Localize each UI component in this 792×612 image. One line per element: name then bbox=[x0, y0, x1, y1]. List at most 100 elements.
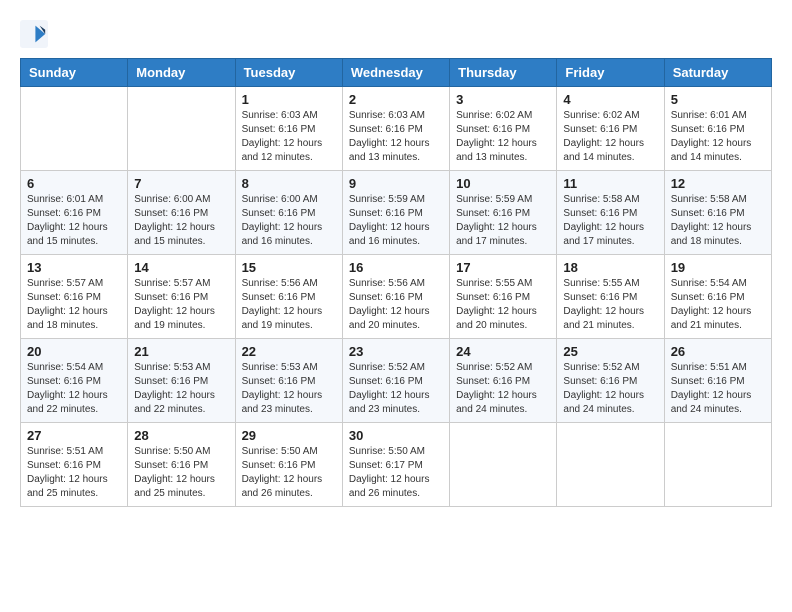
calendar-cell bbox=[21, 87, 128, 171]
day-number: 19 bbox=[671, 260, 765, 275]
day-number: 18 bbox=[563, 260, 657, 275]
logo-icon bbox=[20, 20, 48, 48]
day-number: 2 bbox=[349, 92, 443, 107]
day-number: 11 bbox=[563, 176, 657, 191]
day-number: 8 bbox=[242, 176, 336, 191]
day-number: 3 bbox=[456, 92, 550, 107]
day-number: 20 bbox=[27, 344, 121, 359]
day-info: Sunrise: 5:56 AM Sunset: 6:16 PM Dayligh… bbox=[349, 277, 443, 333]
day-info: Sunrise: 6:01 AM Sunset: 6:16 PM Dayligh… bbox=[27, 193, 121, 249]
day-info: Sunrise: 5:58 AM Sunset: 6:16 PM Dayligh… bbox=[671, 193, 765, 249]
day-info: Sunrise: 5:57 AM Sunset: 6:16 PM Dayligh… bbox=[134, 277, 228, 333]
day-info: Sunrise: 5:53 AM Sunset: 6:16 PM Dayligh… bbox=[134, 361, 228, 417]
weekday-header: Monday bbox=[128, 59, 235, 87]
day-number: 13 bbox=[27, 260, 121, 275]
calendar-cell: 13Sunrise: 5:57 AM Sunset: 6:16 PM Dayli… bbox=[21, 255, 128, 339]
calendar-cell: 3 Sunrise: 6:02 AM Sunset: 6:16 PM Daylig… bbox=[450, 87, 557, 171]
day-number: 24 bbox=[456, 344, 550, 359]
calendar-table: SundayMondayTuesdayWednesdayThursdayFrid… bbox=[20, 58, 772, 507]
calendar-cell: 29Sunrise: 5:50 AM Sunset: 6:16 PM Dayli… bbox=[235, 423, 342, 507]
calendar-cell: 24 Sunrise: 5:52 AM Sunset: 6:16 PM Dayli… bbox=[450, 339, 557, 423]
calendar-cell: 20 Sunrise: 5:54 AM Sunset: 6:16 PM Dayli… bbox=[21, 339, 128, 423]
day-number: 25 bbox=[563, 344, 657, 359]
day-number: 23 bbox=[349, 344, 443, 359]
day-info: Sunrise: 5:52 AM Sunset: 6:16 PM Dayligh… bbox=[349, 361, 443, 417]
calendar-cell: 19 Sunrise: 5:54 AM Sunset: 6:16 PM Dayli… bbox=[664, 255, 771, 339]
day-number: 27 bbox=[27, 428, 121, 443]
day-info: Sunrise: 5:55 AM Sunset: 6:16 PM Dayligh… bbox=[456, 277, 550, 333]
day-info: Sunrise: 5:58 AM Sunset: 6:16 PM Dayligh… bbox=[563, 193, 657, 249]
day-info: Sunrise: 5:59 AM Sunset: 6:16 PM Dayligh… bbox=[349, 193, 443, 249]
calendar-cell: 6 Sunrise: 6:01 AM Sunset: 6:16 PM Daylig… bbox=[21, 171, 128, 255]
calendar-header: SundayMondayTuesdayWednesdayThursdayFrid… bbox=[21, 59, 772, 87]
weekday-header: Wednesday bbox=[342, 59, 449, 87]
calendar-cell: 4 Sunrise: 6:02 AM Sunset: 6:16 PM Daylig… bbox=[557, 87, 664, 171]
calendar-body: 1Sunrise: 6:03 AM Sunset: 6:16 PM Daylig… bbox=[21, 87, 772, 507]
day-info: Sunrise: 6:03 AM Sunset: 6:16 PM Dayligh… bbox=[349, 109, 443, 165]
day-info: Sunrise: 5:51 AM Sunset: 6:16 PM Dayligh… bbox=[27, 445, 121, 501]
day-number: 12 bbox=[671, 176, 765, 191]
day-number: 10 bbox=[456, 176, 550, 191]
calendar-cell: 30Sunrise: 5:50 AM Sunset: 6:17 PM Dayli… bbox=[342, 423, 449, 507]
calendar-cell: 25 Sunrise: 5:52 AM Sunset: 6:16 PM Dayli… bbox=[557, 339, 664, 423]
weekday-header: Friday bbox=[557, 59, 664, 87]
weekday-header: Thursday bbox=[450, 59, 557, 87]
day-info: Sunrise: 6:02 AM Sunset: 6:16 PM Dayligh… bbox=[563, 109, 657, 165]
day-info: Sunrise: 5:59 AM Sunset: 6:16 PM Dayligh… bbox=[456, 193, 550, 249]
day-info: Sunrise: 5:53 AM Sunset: 6:16 PM Dayligh… bbox=[242, 361, 336, 417]
calendar-cell: 11 Sunrise: 5:58 AM Sunset: 6:16 PM Dayli… bbox=[557, 171, 664, 255]
day-info: Sunrise: 6:00 AM Sunset: 6:16 PM Dayligh… bbox=[134, 193, 228, 249]
calendar-cell: 21Sunrise: 5:53 AM Sunset: 6:16 PM Dayli… bbox=[128, 339, 235, 423]
calendar-cell: 27 Sunrise: 5:51 AM Sunset: 6:16 PM Dayli… bbox=[21, 423, 128, 507]
page-header bbox=[20, 20, 772, 48]
day-number: 28 bbox=[134, 428, 228, 443]
calendar-cell: 18 Sunrise: 5:55 AM Sunset: 6:16 PM Dayli… bbox=[557, 255, 664, 339]
day-number: 16 bbox=[349, 260, 443, 275]
calendar-header-row: SundayMondayTuesdayWednesdayThursdayFrid… bbox=[21, 59, 772, 87]
weekday-header: Sunday bbox=[21, 59, 128, 87]
day-info: Sunrise: 5:51 AM Sunset: 6:16 PM Dayligh… bbox=[671, 361, 765, 417]
day-info: Sunrise: 6:01 AM Sunset: 6:16 PM Dayligh… bbox=[671, 109, 765, 165]
calendar-cell bbox=[557, 423, 664, 507]
day-info: Sunrise: 5:54 AM Sunset: 6:16 PM Dayligh… bbox=[671, 277, 765, 333]
day-info: Sunrise: 5:56 AM Sunset: 6:16 PM Dayligh… bbox=[242, 277, 336, 333]
day-info: Sunrise: 5:50 AM Sunset: 6:17 PM Dayligh… bbox=[349, 445, 443, 501]
calendar-cell bbox=[664, 423, 771, 507]
calendar-cell bbox=[450, 423, 557, 507]
day-info: Sunrise: 6:03 AM Sunset: 6:16 PM Dayligh… bbox=[242, 109, 336, 165]
day-number: 6 bbox=[27, 176, 121, 191]
calendar-week-row: 13 Sunrise: 5:57 AM Sunset: 6:16 PM Dayli… bbox=[21, 255, 772, 339]
calendar-cell: 8 Sunrise: 6:00 AM Sunset: 6:16 PM Daylig… bbox=[235, 171, 342, 255]
calendar-cell: 5 Sunrise: 6:01 AM Sunset: 6:16 PM Daylig… bbox=[664, 87, 771, 171]
calendar-cell: 2 Sunrise: 6:03 AM Sunset: 6:16 PM Daylig… bbox=[342, 87, 449, 171]
day-number: 26 bbox=[671, 344, 765, 359]
day-info: Sunrise: 5:54 AM Sunset: 6:16 PM Dayligh… bbox=[27, 361, 121, 417]
calendar-cell: 23 Sunrise: 5:52 AM Sunset: 6:16 PM Dayli… bbox=[342, 339, 449, 423]
day-info: Sunrise: 5:52 AM Sunset: 6:16 PM Dayligh… bbox=[563, 361, 657, 417]
day-info: Sunrise: 5:52 AM Sunset: 6:16 PM Dayligh… bbox=[456, 361, 550, 417]
calendar-cell: 1Sunrise: 6:03 AM Sunset: 6:16 PM Daylig… bbox=[235, 87, 342, 171]
day-info: Sunrise: 5:55 AM Sunset: 6:16 PM Dayligh… bbox=[563, 277, 657, 333]
calendar-cell: 12 Sunrise: 5:58 AM Sunset: 6:16 PM Dayli… bbox=[664, 171, 771, 255]
day-number: 5 bbox=[671, 92, 765, 107]
day-number: 9 bbox=[349, 176, 443, 191]
calendar-cell: 17 Sunrise: 5:55 AM Sunset: 6:16 PM Dayli… bbox=[450, 255, 557, 339]
day-number: 17 bbox=[456, 260, 550, 275]
day-number: 29 bbox=[242, 428, 336, 443]
weekday-header: Tuesday bbox=[235, 59, 342, 87]
calendar-week-row: 20 Sunrise: 5:54 AM Sunset: 6:16 PM Dayli… bbox=[21, 339, 772, 423]
calendar-cell: 26 Sunrise: 5:51 AM Sunset: 6:16 PM Dayli… bbox=[664, 339, 771, 423]
day-info: Sunrise: 6:00 AM Sunset: 6:16 PM Dayligh… bbox=[242, 193, 336, 249]
day-number: 15 bbox=[242, 260, 336, 275]
calendar-cell: 9 Sunrise: 5:59 AM Sunset: 6:16 PM Daylig… bbox=[342, 171, 449, 255]
calendar-week-row: 6 Sunrise: 6:01 AM Sunset: 6:16 PM Daylig… bbox=[21, 171, 772, 255]
day-number: 7 bbox=[134, 176, 228, 191]
calendar-cell: 16 Sunrise: 5:56 AM Sunset: 6:16 PM Dayli… bbox=[342, 255, 449, 339]
day-number: 4 bbox=[563, 92, 657, 107]
calendar-cell: 7 Sunrise: 6:00 AM Sunset: 6:16 PM Daylig… bbox=[128, 171, 235, 255]
weekday-header: Saturday bbox=[664, 59, 771, 87]
day-info: Sunrise: 6:02 AM Sunset: 6:16 PM Dayligh… bbox=[456, 109, 550, 165]
day-number: 22 bbox=[242, 344, 336, 359]
calendar-week-row: 27 Sunrise: 5:51 AM Sunset: 6:16 PM Dayli… bbox=[21, 423, 772, 507]
logo bbox=[20, 20, 52, 48]
